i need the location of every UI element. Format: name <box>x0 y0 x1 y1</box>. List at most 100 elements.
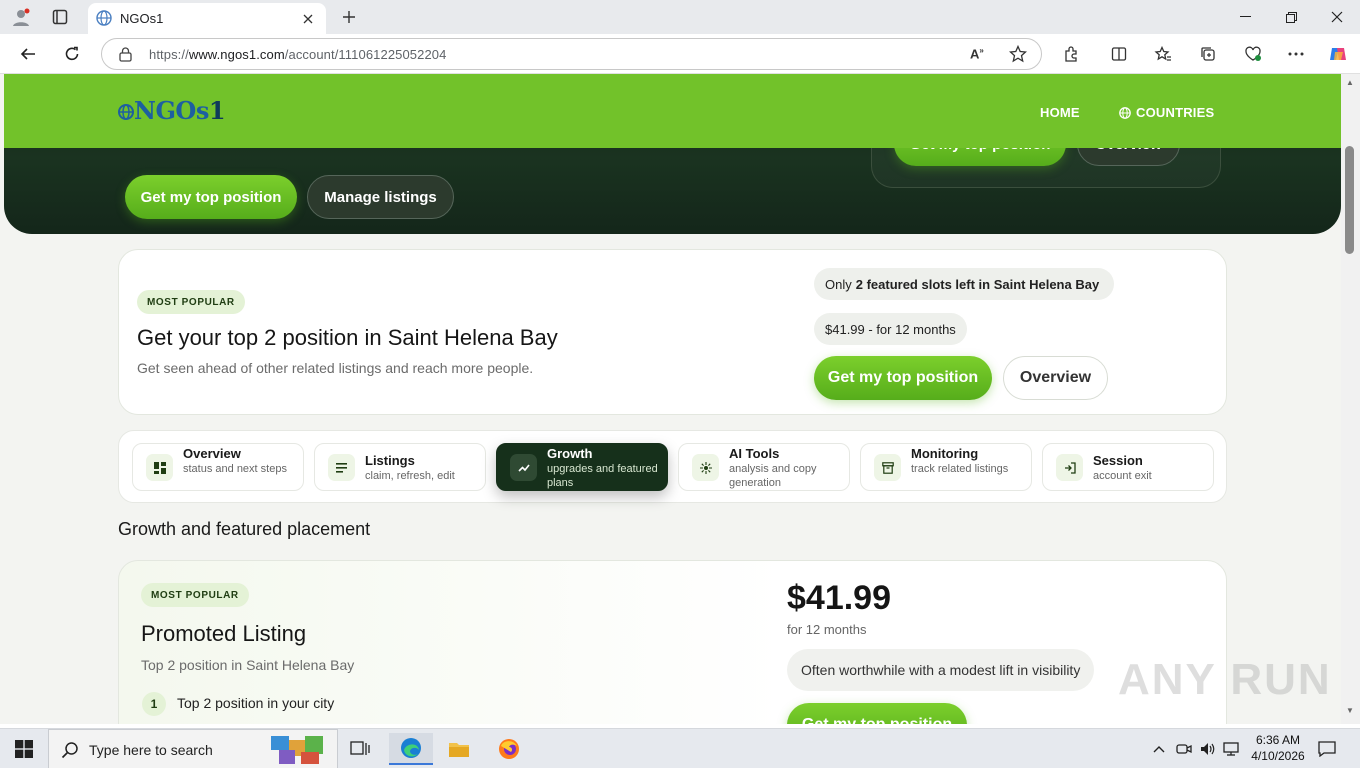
tab-monitoring[interactable]: Monitoring track related listings <box>860 443 1032 491</box>
profile-icon[interactable] <box>8 5 34 29</box>
windows-start-icon[interactable] <box>0 729 48 768</box>
scroll-down-icon[interactable]: ▼ <box>1345 706 1355 716</box>
tab-overview[interactable]: Overview status and next steps <box>132 443 304 491</box>
browser-tab-active[interactable]: NGOs1 <box>88 3 326 34</box>
hero-get-top-position-button[interactable]: Get my top position <box>125 175 297 219</box>
tab-subtitle: claim, refresh, edit <box>365 470 455 482</box>
url-field[interactable]: https://www.ngos1.com/account/1110612250… <box>101 38 1042 70</box>
notifications-icon[interactable] <box>1318 740 1336 758</box>
meet-now-icon[interactable] <box>1175 740 1193 758</box>
refresh-icon[interactable] <box>58 41 86 67</box>
spark-icon <box>692 454 719 481</box>
site-logo[interactable]: NGOs1 <box>118 96 226 125</box>
account-tabs: Overview status and next steps Listings … <box>118 430 1227 503</box>
favorites-icon[interactable] <box>1150 42 1176 66</box>
featured-subtitle: Get seen ahead of other related listings… <box>137 360 534 376</box>
task-view-icon[interactable] <box>338 733 382 765</box>
tab-growth[interactable]: Growth upgrades and featured plans <box>496 443 668 491</box>
featured-overview-button[interactable]: Overview <box>1003 356 1108 400</box>
favorite-star-icon[interactable] <box>1008 44 1028 68</box>
tray-chevron-up-icon[interactable] <box>1150 740 1168 758</box>
tab-ai-tools[interactable]: AI Tools analysis and copy generation <box>678 443 850 491</box>
scroll-up-icon[interactable]: ▲ <box>1345 78 1355 88</box>
tab-subtitle: status and next steps <box>183 463 287 475</box>
url-path: /account/111061225052204 <box>284 47 447 62</box>
nav-countries-link[interactable]: COUNTRIES <box>1119 105 1214 120</box>
price-pill: $41.99 - for 12 months <box>814 313 967 345</box>
collections-icon[interactable] <box>1195 42 1221 66</box>
tab-title: Growth <box>547 446 593 461</box>
extensions-icon[interactable] <box>1058 42 1084 66</box>
browser-tab-bar: NGOs1 <box>0 0 1360 34</box>
promoted-listing-card: MOST POPULAR Promoted Listing Top 2 posi… <box>118 560 1227 724</box>
taskbar-search-box[interactable]: Type here to search <box>48 729 338 768</box>
tab-session[interactable]: Session account exit <box>1042 443 1214 491</box>
tab-subtitle: track related listings <box>911 463 1009 475</box>
address-toolbar: https://www.ngos1.com/account/1110612250… <box>0 34 1360 74</box>
list-icon <box>328 454 355 481</box>
nav-home-label: HOME <box>1040 105 1080 120</box>
hero-manage-listings-button[interactable]: Manage listings <box>307 175 454 219</box>
read-aloud-icon[interactable]: A» <box>970 46 984 61</box>
logo-text: NGOs <box>134 96 209 125</box>
promo-term: for 12 months <box>787 622 867 637</box>
search-highlight-image-icon <box>267 732 329 766</box>
back-arrow-icon[interactable] <box>14 41 42 67</box>
page-viewport: Get my top position Manage listings Get … <box>0 74 1341 724</box>
promo-title: Promoted Listing <box>141 621 307 646</box>
search-icon <box>61 741 79 764</box>
featured-get-top-position-button[interactable]: Get my top position <box>814 356 992 400</box>
trend-icon <box>510 454 537 481</box>
taskbar-clock[interactable]: 6:36 AM 4/10/2026 <box>1244 732 1312 764</box>
featured-offer-card: MOST POPULAR Get your top 2 position in … <box>118 249 1227 415</box>
page-scrollbar[interactable]: ▲ ▼ <box>1341 74 1360 724</box>
windows-taskbar: Type here to search 6:36 AM 4/10/2026 <box>0 728 1360 768</box>
tab-title: Listings <box>365 453 415 468</box>
url-host: www.ngos1.com <box>188 47 285 62</box>
tab-subtitle: account exit <box>1093 470 1152 482</box>
edge-browser-icon[interactable] <box>389 733 433 765</box>
tab-title: NGOs1 <box>120 11 164 26</box>
feature-number: 1 <box>142 692 166 716</box>
split-screen-icon[interactable] <box>1106 42 1132 66</box>
close-tab-icon[interactable] <box>298 9 318 29</box>
slots-prefix: Only <box>825 276 852 292</box>
file-explorer-icon[interactable] <box>437 733 481 765</box>
promo-note: Often worthwhile with a modest lift in v… <box>787 649 1095 691</box>
archive-icon <box>874 454 901 481</box>
most-popular-badge: MOST POPULAR <box>141 583 249 607</box>
volume-icon[interactable] <box>1199 740 1217 758</box>
browser-essentials-icon[interactable] <box>1240 42 1266 66</box>
globe-icon <box>96 10 112 31</box>
copilot-icon[interactable] <box>1325 42 1351 66</box>
clock-time: 6:36 AM <box>1255 733 1301 747</box>
tab-subtitle: upgrades and featured plans <box>547 463 658 489</box>
promo-price: $41.99 <box>787 579 891 617</box>
feature-text: Top 2 position in your city <box>177 695 335 711</box>
scrollbar-thumb[interactable] <box>1345 146 1354 254</box>
slots-left-pill: Only 2 featured slots left in Saint Helen… <box>814 268 1115 300</box>
most-popular-badge: MOST POPULAR <box>137 290 245 314</box>
watermark: ANY RUN <box>1118 655 1332 704</box>
tab-title: AI Tools <box>729 446 780 461</box>
promo-get-top-position-button[interactable]: Get my top position <box>787 703 967 724</box>
new-tab-icon[interactable] <box>336 5 362 29</box>
nav-countries-label: COUNTRIES <box>1136 105 1215 120</box>
network-icon[interactable] <box>1222 740 1240 758</box>
section-title: Growth and featured placement <box>118 519 371 539</box>
lock-icon[interactable] <box>119 47 132 67</box>
more-menu-icon[interactable] <box>1283 42 1309 66</box>
url-scheme: https:// <box>149 47 189 62</box>
logout-icon <box>1056 454 1083 481</box>
restore-icon[interactable] <box>1268 4 1314 30</box>
firefox-icon[interactable] <box>487 733 531 765</box>
tab-actions-icon[interactable] <box>47 5 73 29</box>
tab-title: Overview <box>183 446 241 461</box>
slots-count: 2 featured slots left in Saint Helena Ba… <box>855 276 1100 292</box>
nav-home-link[interactable]: HOME <box>1040 105 1080 120</box>
close-window-icon[interactable] <box>1314 4 1360 30</box>
tab-title: Session <box>1093 453 1143 468</box>
minimize-icon[interactable] <box>1222 4 1268 30</box>
featured-title: Get your top 2 position in Saint Helena … <box>137 325 558 350</box>
tab-listings[interactable]: Listings claim, refresh, edit <box>314 443 486 491</box>
